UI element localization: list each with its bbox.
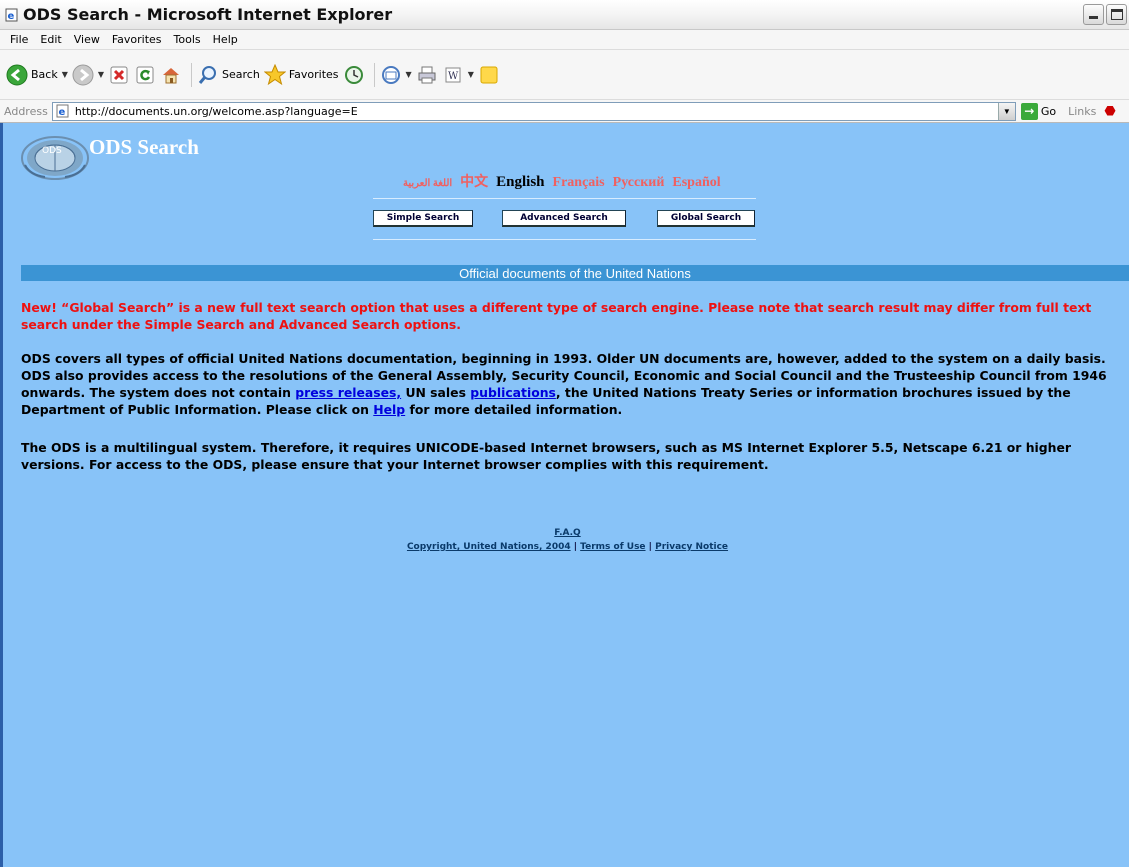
address-input[interactable]: e http://documents.un.org/welcome.asp?la…	[51, 101, 1016, 121]
lang-arabic[interactable]: اللغة العربية	[403, 178, 452, 189]
mail-button[interactable]: ▼	[380, 64, 412, 86]
multilingual-paragraph: The ODS is a multilingual system. Theref…	[21, 440, 1071, 472]
menu-bar: File Edit View Favorites Tools Help	[0, 30, 1129, 50]
toolbar-separator	[373, 62, 375, 87]
svg-text:ODS: ODS	[42, 146, 62, 156]
lang-chinese[interactable]: 中文	[460, 171, 488, 191]
home-icon	[160, 64, 182, 86]
global-search-button[interactable]: Global Search	[657, 210, 755, 227]
ods-description-paragraph: ODS covers all types of official United …	[21, 350, 1119, 418]
address-url: http://documents.un.org/welcome.asp?lang…	[74, 104, 358, 118]
window-title: ODS Search - Microsoft Internet Explorer	[23, 5, 393, 24]
footer-faq-row: F.A.Q	[3, 528, 1129, 538]
links-toolbar[interactable]: Links	[1068, 105, 1096, 118]
maximize-icon	[1111, 9, 1123, 20]
publications-link[interactable]: publications	[470, 385, 556, 400]
help-link[interactable]: Help	[373, 402, 405, 417]
footer-divider: |	[645, 542, 656, 552]
mail-icon	[380, 64, 402, 86]
lang-french[interactable]: Français	[553, 175, 605, 191]
note-icon	[478, 64, 500, 86]
back-label: Back	[31, 68, 58, 81]
refresh-icon	[134, 64, 156, 86]
faq-link[interactable]: F.A.Q	[554, 528, 580, 538]
search-button-row: Simple Search Advanced Search Global Sea…	[3, 210, 1129, 230]
simple-search-button[interactable]: Simple Search	[373, 210, 473, 227]
page-viewport: ODS ODS Search اللغة العربية 中文 English …	[0, 123, 1129, 867]
edit-button[interactable]: W ▼	[442, 64, 474, 86]
discuss-button[interactable]	[478, 64, 500, 86]
search-label: Search	[222, 68, 260, 81]
word-doc-icon: W	[442, 64, 464, 86]
language-selector: اللغة العربية 中文 English Français Русски…	[403, 171, 721, 191]
history-button[interactable]	[343, 64, 365, 86]
back-button[interactable]: Back ▼	[6, 64, 68, 86]
svg-text:e: e	[58, 107, 65, 118]
press-releases-link[interactable]: press releases,	[295, 385, 401, 400]
forward-arrow-icon	[72, 64, 94, 86]
lang-spanish[interactable]: Español	[672, 175, 720, 191]
ie-page-icon: e	[4, 7, 20, 23]
menu-favorites[interactable]: Favorites	[106, 33, 168, 46]
edit-dropdown-icon[interactable]: ▼	[468, 70, 474, 79]
pdf-icon[interactable]: ⬣	[1104, 103, 1115, 119]
divider-bottom	[373, 239, 756, 240]
un-ods-logo[interactable]: ODS	[20, 135, 90, 181]
toolbar-separator	[191, 62, 193, 87]
forward-button[interactable]: ▼	[72, 64, 104, 86]
para1-text-2: UN sales	[401, 385, 471, 400]
advanced-search-button[interactable]: Advanced Search	[502, 210, 626, 227]
footer-legal-row: Copyright, United Nations, 2004 | Terms …	[3, 542, 1129, 552]
section-header: Official documents of the United Nations	[21, 265, 1129, 281]
maximize-button[interactable]	[1106, 4, 1127, 25]
lang-english: English	[496, 174, 545, 190]
history-icon	[343, 64, 365, 86]
favorites-label: Favorites	[288, 68, 339, 81]
privacy-notice-link[interactable]: Privacy Notice	[655, 542, 728, 552]
minimize-button[interactable]	[1083, 4, 1104, 25]
stop-icon	[108, 64, 130, 86]
site-title: ODS Search	[89, 135, 199, 159]
address-label: Address	[4, 104, 48, 118]
go-label: Go	[1040, 104, 1057, 118]
lang-russian[interactable]: Русский	[613, 175, 665, 191]
global-search-notice: New! “Global Search” is a new full text …	[21, 300, 1092, 332]
mail-dropdown-icon[interactable]: ▼	[406, 70, 412, 79]
search-icon	[197, 64, 219, 86]
menu-tools[interactable]: Tools	[168, 33, 207, 46]
terms-of-use-link[interactable]: Terms of Use	[580, 542, 645, 552]
divider-top	[373, 198, 756, 199]
window-title-bar: e ODS Search - Microsoft Internet Explor…	[0, 0, 1129, 30]
stop-button[interactable]	[108, 64, 130, 86]
home-button[interactable]	[160, 64, 182, 86]
print-button[interactable]	[416, 64, 438, 86]
menu-view[interactable]: View	[68, 33, 106, 46]
menu-file[interactable]: File	[4, 33, 34, 46]
back-dropdown-icon[interactable]: ▼	[62, 70, 68, 79]
menu-edit[interactable]: Edit	[34, 33, 67, 46]
printer-icon	[416, 64, 438, 86]
minimize-icon	[1089, 16, 1098, 19]
favorites-star-icon	[263, 63, 286, 86]
search-button[interactable]: Search	[197, 64, 260, 86]
forward-dropdown-icon[interactable]: ▼	[98, 70, 104, 79]
refresh-button[interactable]	[134, 64, 156, 86]
favorites-button[interactable]: Favorites	[263, 63, 339, 86]
copyright-link[interactable]: Copyright, United Nations, 2004	[407, 542, 571, 552]
address-dropdown-icon[interactable]: ▼	[997, 102, 1015, 120]
svg-text:e: e	[8, 11, 15, 22]
toolbar: Back ▼ ▼ Search Favorites ▼ W ▼	[0, 50, 1129, 100]
go-arrow-icon: →	[1020, 102, 1038, 120]
menu-help[interactable]: Help	[207, 33, 244, 46]
svg-text:W: W	[448, 71, 459, 82]
para1-text-4: for more detailed information.	[405, 402, 623, 417]
go-button[interactable]: → Go	[1020, 102, 1057, 120]
back-arrow-icon	[6, 64, 28, 86]
footer-divider: |	[570, 542, 581, 552]
address-bar: Address e http://documents.un.org/welcom…	[0, 100, 1129, 123]
ie-page-icon: e	[56, 103, 72, 119]
